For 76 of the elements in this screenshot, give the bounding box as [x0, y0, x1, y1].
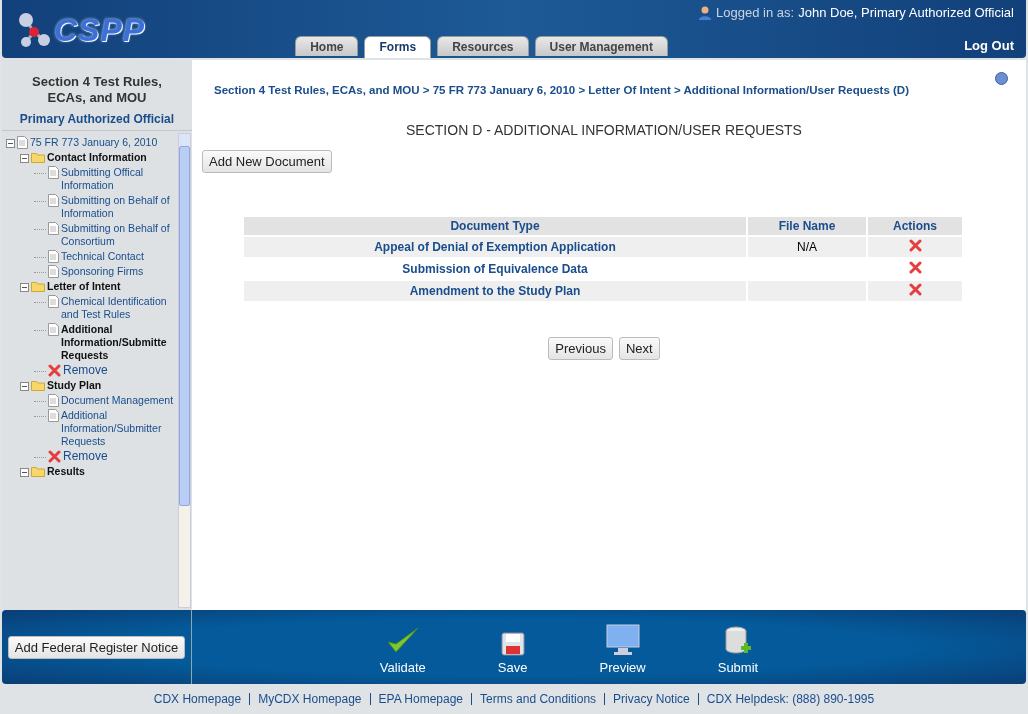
delete-icon[interactable]	[908, 261, 922, 274]
action-button[interactable]: Preview	[593, 623, 652, 676]
document-icon	[48, 194, 59, 207]
monitor-icon	[605, 624, 640, 656]
tree-item[interactable]: Submitting on Behalf of Information	[61, 194, 177, 220]
tree-item[interactable]: Additional Information/Submitte Requests	[61, 323, 177, 362]
nav-tab[interactable]: User Management	[534, 36, 668, 56]
tree-item[interactable]: Letter of Intent	[47, 280, 121, 293]
folder-icon	[31, 280, 45, 292]
document-icon	[48, 265, 59, 278]
help-icon[interactable]	[995, 72, 1008, 85]
footer-link[interactable]: Terms and Conditions	[480, 692, 597, 706]
pager-button[interactable]: Next	[618, 337, 660, 360]
user-icon	[698, 5, 713, 20]
action-button[interactable]: Submit	[711, 625, 765, 676]
collapse-toggle[interactable]	[20, 468, 29, 477]
footer-link[interactable]: EPA Homepage	[378, 692, 464, 706]
role-label: Primary Authorized Official	[18, 111, 176, 128]
nav-tab[interactable]: Resources	[437, 36, 529, 56]
database-add-icon	[723, 626, 752, 656]
column-header: Actions	[868, 217, 962, 235]
document-icon	[17, 136, 28, 149]
action-button[interactable]: Save	[491, 631, 534, 676]
sidebar-title: Section 4 Test Rules, ECAs, and MOU	[31, 73, 163, 107]
document-icon	[48, 295, 59, 308]
document-icon	[48, 250, 59, 263]
tree-item[interactable]: Sponsoring Firms	[61, 265, 144, 278]
document-icon	[48, 409, 59, 422]
delete-icon[interactable]	[48, 364, 61, 377]
collapse-toggle[interactable]	[20, 283, 29, 292]
logout-link[interactable]: Log Out	[964, 38, 1014, 53]
user-name: John Doe, Primary Authorized Official	[798, 5, 1014, 20]
delete-icon[interactable]	[48, 450, 61, 463]
tree-item[interactable]: Contact Information	[47, 151, 147, 164]
folder-icon	[31, 465, 45, 477]
tree-item[interactable]: Submitting Offical Information	[61, 166, 177, 192]
document-icon	[48, 323, 59, 336]
tree-item[interactable]: Submitting on Behalf of Consortium	[61, 222, 177, 248]
document-icon	[48, 222, 59, 235]
tree-item[interactable]: Document Management	[61, 394, 174, 407]
logged-in-label: Logged in as:	[716, 5, 795, 20]
collapse-toggle[interactable]	[20, 154, 29, 163]
tree-item[interactable]: Additional Information/Submitter Requests	[61, 409, 177, 448]
footer-link[interactable]: Privacy Notice	[613, 692, 690, 706]
add-notice-button[interactable]: Add Federal Register Notice	[7, 635, 186, 659]
add-document-button[interactable]: Add New Document	[202, 150, 332, 173]
tree-item[interactable]: Chemical Identification and Test Rules	[61, 295, 177, 321]
nav-tab[interactable]: Home	[295, 36, 359, 56]
folder-icon	[31, 151, 45, 163]
folder-icon	[31, 379, 45, 391]
pager-button[interactable]: Previous	[548, 337, 613, 360]
document-icon	[48, 166, 59, 179]
logo-text: CSPP	[54, 11, 146, 49]
section-heading: SECTION D - ADDITIONAL INFORMATION/USER REQUESTS	[405, 121, 803, 140]
collapse-toggle[interactable]	[20, 382, 29, 391]
tree-item[interactable]: Study Plan	[47, 379, 102, 392]
document-type-link[interactable]: Submission of Equivalence Data	[402, 262, 588, 276]
tree-item[interactable]: Remove	[63, 450, 108, 463]
file-name: N/A	[797, 240, 817, 254]
footer-link[interactable]: CDX Homepage	[153, 692, 242, 706]
nav-tab[interactable]: Forms	[364, 36, 432, 58]
delete-icon[interactable]	[908, 239, 922, 252]
document-icon	[48, 394, 59, 407]
action-button[interactable]: Validate	[373, 625, 432, 676]
delete-icon[interactable]	[908, 283, 922, 296]
footer-link[interactable]: MyCDX Homepage	[258, 692, 362, 706]
footer-link[interactable]: CDX Helpdesk: (888) 890-1995	[706, 692, 875, 706]
column-header: File Name	[748, 217, 866, 235]
column-header: Document Type	[244, 217, 746, 235]
tree-item[interactable]: 75 FR 773 January 6, 2010	[30, 136, 158, 149]
atom-logo-icon	[16, 10, 52, 50]
tree-item[interactable]: Technical Contact	[61, 250, 144, 263]
tree-item[interactable]: Remove	[63, 364, 108, 377]
collapse-toggle[interactable]	[6, 139, 15, 148]
breadcrumb: Section 4 Test Rules, ECAs, and MOU > 75 FR 773 January 6, 2010 > Letter Of Intent > Additional Information/User Requests (D)	[214, 84, 910, 96]
tree-item[interactable]: Results	[47, 465, 85, 478]
